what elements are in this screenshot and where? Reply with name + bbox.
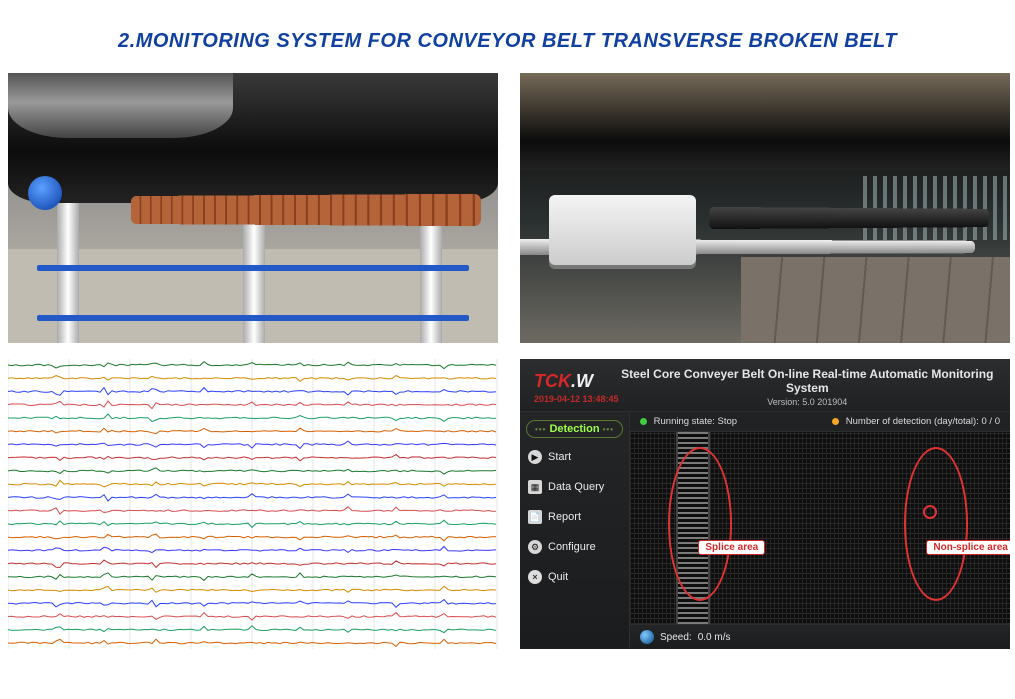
scan-visualization: Splice area Non-splice area [630, 432, 1010, 624]
photo-sensor-silver-rail [520, 73, 1010, 343]
close-icon: × [528, 570, 542, 584]
sidebar: Detection ▶ Start ▦ Data Query 📄 Report … [520, 412, 630, 649]
running-state: Running state: Stop [640, 416, 737, 427]
app-title: Steel Core Conveyer Belt On-line Real-ti… [619, 367, 996, 395]
splice-annotation-ellipse [668, 447, 732, 601]
app-header: TCK.W 2019-04-12 13:48:45 Steel Core Con… [520, 359, 1010, 412]
speed-label: Speed: [660, 632, 692, 643]
main-panel: Running state: Stop Number of detection … [630, 412, 1010, 649]
defect-marker [923, 505, 937, 519]
sidebar-item-label: Configure [548, 541, 596, 553]
nonsplice-annotation-ellipse [904, 447, 968, 601]
monitoring-app: TCK.W 2019-04-12 13:48:45 Steel Core Con… [520, 359, 1010, 649]
gear-icon: ⚙ [528, 540, 542, 554]
app-footer: Speed: 0.0 m/s [630, 624, 1010, 649]
photo-sensor-blue-frame [8, 73, 498, 343]
sidebar-item-label: Data Query [548, 481, 604, 493]
waveform-panel [8, 359, 498, 649]
nonsplice-label: Non-splice area [926, 540, 1010, 555]
status-dot-icon [832, 418, 839, 425]
globe-icon [640, 630, 654, 644]
app-logo: TCK.W [534, 371, 619, 392]
app-datetime: 2019-04-12 13:48:45 [534, 394, 619, 404]
tile-grid: TCK.W 2019-04-12 13:48:45 Steel Core Con… [0, 73, 1015, 649]
status-bar: Running state: Stop Number of detection … [630, 412, 1010, 432]
quit-button[interactable]: × Quit [526, 566, 623, 588]
page-title: 2.MONITORING SYSTEM FOR CONVEYOR BELT TR… [0, 30, 1015, 53]
splice-label: Splice area [698, 540, 765, 555]
play-icon: ▶ [528, 450, 542, 464]
start-button[interactable]: ▶ Start [526, 446, 623, 468]
app-version: Version: 5.0 201904 [619, 397, 996, 407]
configure-button[interactable]: ⚙ Configure [526, 536, 623, 558]
sidebar-item-label: Report [548, 511, 581, 523]
detection-badge: Detection [526, 420, 623, 438]
app-logo-area: TCK.W 2019-04-12 13:48:45 [534, 371, 619, 404]
doc-icon: 📄 [528, 510, 542, 524]
sidebar-item-label: Quit [548, 571, 568, 583]
data-query-button[interactable]: ▦ Data Query [526, 476, 623, 498]
detection-count: Number of detection (day/total): 0 / 0 [832, 416, 1000, 427]
app-header-center: Steel Core Conveyer Belt On-line Real-ti… [619, 367, 996, 407]
sidebar-item-label: Start [548, 451, 571, 463]
status-dot-icon [640, 418, 647, 425]
report-button[interactable]: 📄 Report [526, 506, 623, 528]
speed-value: 0.0 m/s [698, 632, 731, 643]
grid-icon: ▦ [528, 480, 542, 494]
